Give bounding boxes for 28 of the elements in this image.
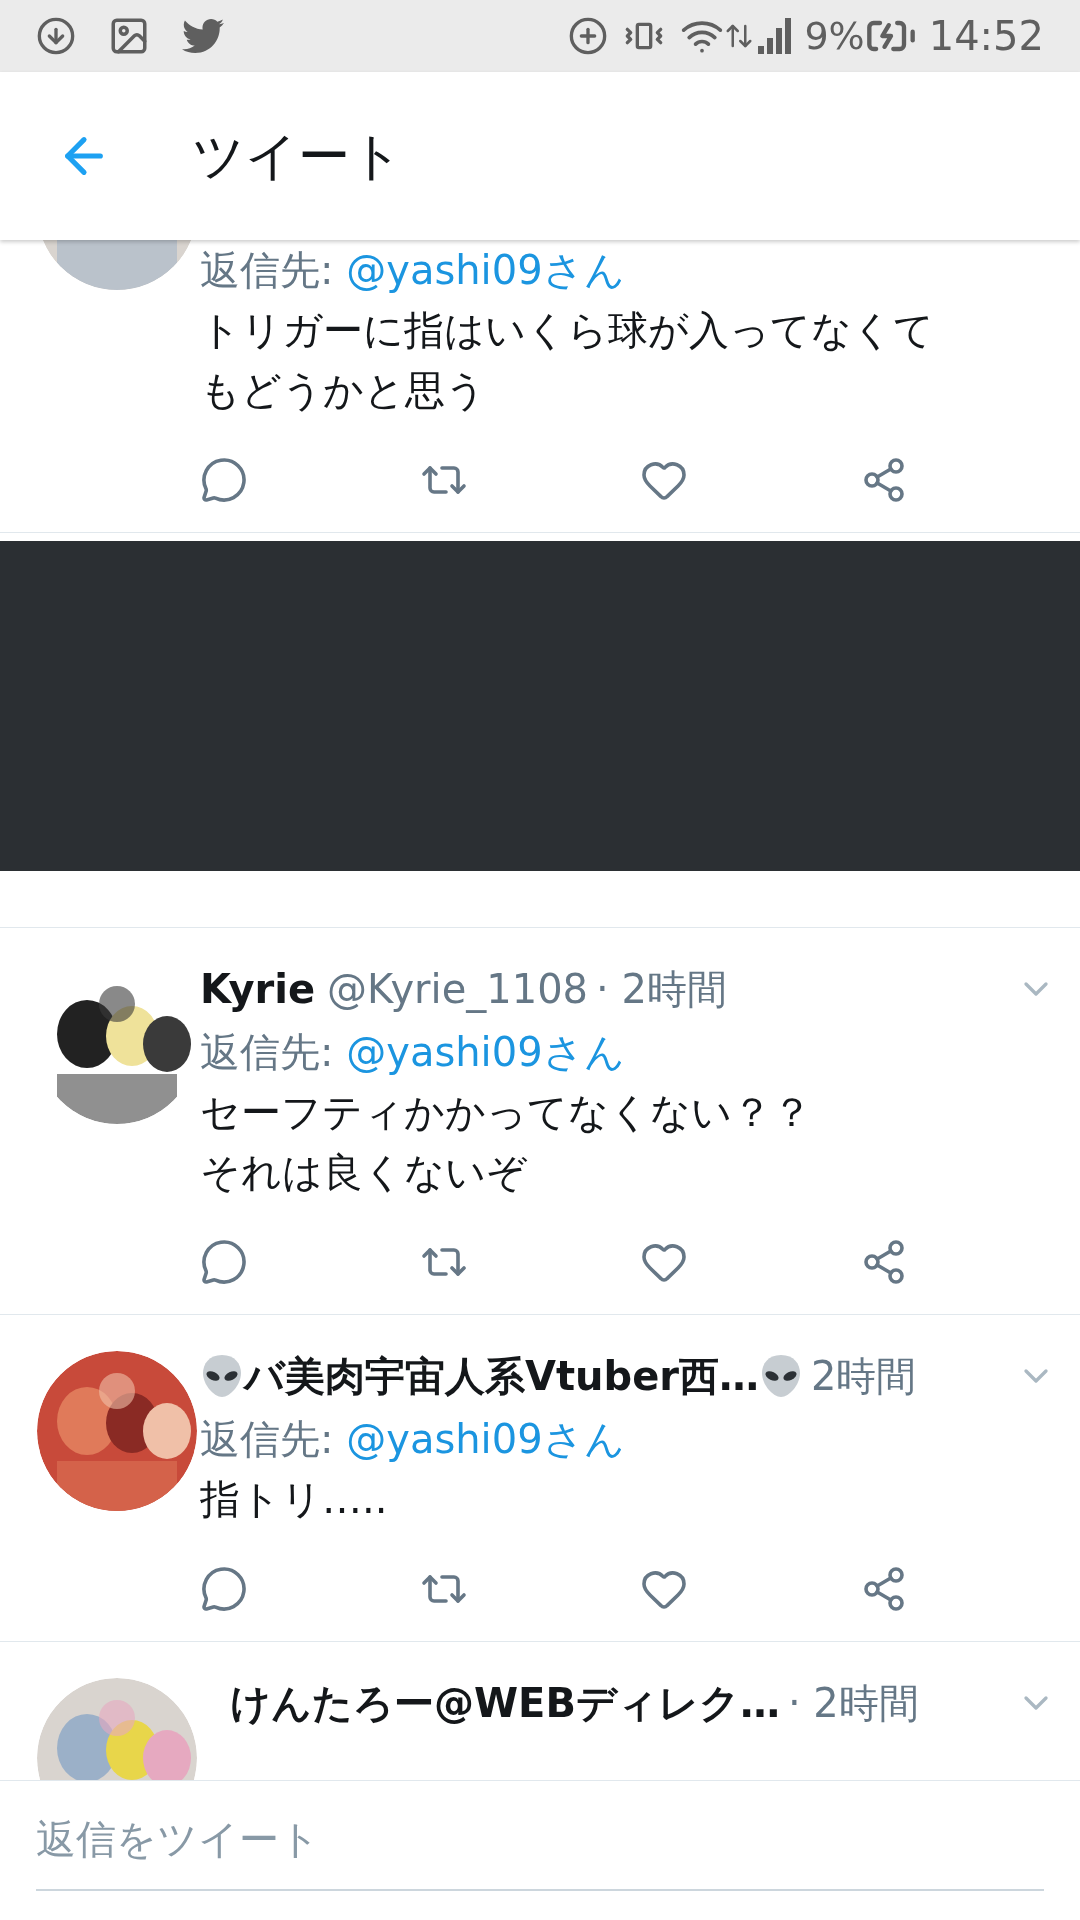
- reply-to: 返信先: @yashi09さん: [200, 246, 626, 295]
- user-name: Kyrie: [200, 965, 316, 1014]
- user-name: バ美肉宇宙人系Vtuber西…: [244, 1352, 760, 1401]
- reply-input[interactable]: 返信をツイート: [36, 1809, 1044, 1891]
- tweet-text-line: もどうかと思う: [200, 366, 487, 415]
- reply-to: 返信先: @yashi09さん: [200, 1028, 626, 1077]
- download-icon: [36, 16, 76, 56]
- reply-icon[interactable]: [200, 1565, 248, 1613]
- user-name: けんたろー@WEBディレク…: [230, 1679, 780, 1728]
- tweet-text-line: セーフティかかってなくない？？: [200, 1088, 813, 1137]
- screen-title: ツイート: [192, 125, 403, 188]
- battery-percent: 9%: [804, 12, 865, 60]
- tweet-time: · 2時間: [596, 965, 727, 1014]
- mention-link[interactable]: @yashi09さん: [346, 247, 625, 293]
- reply-icon[interactable]: [200, 456, 248, 504]
- signal-icon: [758, 18, 793, 54]
- reply-to: 返信先: @yashi09さん: [200, 1415, 626, 1464]
- data-saver-icon: [568, 16, 609, 56]
- clock-time: 14:52: [928, 12, 1044, 61]
- tweet-time: 2時間: [811, 1352, 917, 1401]
- tweet-time: · 2時間: [787, 1679, 919, 1728]
- user-handle: @Kyrie_1108: [327, 965, 589, 1015]
- mention-link[interactable]: @yashi09さん: [346, 1416, 625, 1462]
- tweet-text-line: それは良くないぞ: [200, 1148, 528, 1197]
- tweet-text-line: トリガーに指はいくら球が入ってなくて: [200, 306, 935, 355]
- tweet-text-line: 指トリ…..: [200, 1475, 389, 1524]
- reply-icon[interactable]: [200, 1238, 248, 1286]
- mention-link[interactable]: @yashi09さん: [346, 1029, 625, 1075]
